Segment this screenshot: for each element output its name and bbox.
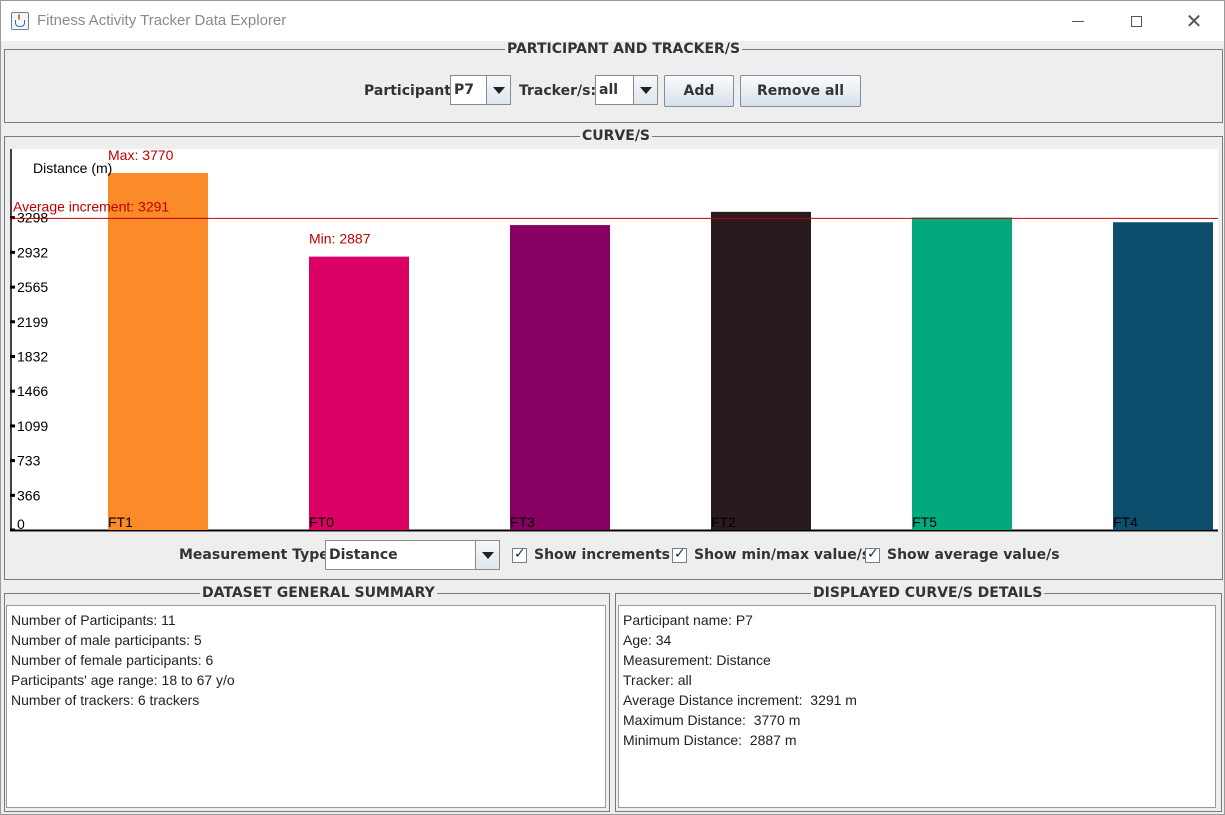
y-tick-label: 2932 xyxy=(17,244,48,260)
bar-ft3 xyxy=(510,225,610,531)
show-average-checkbox[interactable]: Show average value/s xyxy=(865,546,1060,563)
checkbox-checked-icon[interactable] xyxy=(512,546,527,563)
details-panel-title: DISPLAYED CURVE/S DETAILS xyxy=(811,585,1045,601)
y-tick-label: 2565 xyxy=(17,279,48,295)
bar-ft0 xyxy=(309,256,409,530)
min-label: Min: 2887 xyxy=(309,231,371,247)
details-textarea[interactable]: Participant name: P7 Age: 34 Measurement: … xyxy=(618,605,1216,808)
summary-line: Number of female participants: 6 xyxy=(11,652,214,668)
bar-chart-svg: FT1 FT0 FT3 FT2 FT5 FT4 0 366 733 1099 1466 1832 219… xyxy=(10,149,1218,532)
x-tick-label: FT1 xyxy=(108,514,133,530)
x-tick-label: FT2 xyxy=(711,514,736,530)
summary-line: Number of trackers: 6 trackers xyxy=(11,692,200,708)
summary-textarea[interactable]: Number of Participants: 11 Number of male… xyxy=(6,605,606,808)
remove-all-button[interactable]: Remove all xyxy=(740,75,861,107)
tracker-label: Tracker/s: xyxy=(519,83,597,99)
close-icon: ✕ xyxy=(1185,9,1203,33)
y-tick-label: 0 xyxy=(17,516,25,532)
maximize-icon xyxy=(1130,15,1142,27)
measurement-type-combobox[interactable]: Distance xyxy=(325,540,500,570)
summary-panel-title: DATASET GENERAL SUMMARY xyxy=(200,585,437,601)
details-line: Minimum Distance: 2887 m xyxy=(623,732,797,748)
participant-panel-title: PARTICIPANT AND TRACKER/S xyxy=(505,41,743,57)
y-axis-label: Distance (m) xyxy=(33,160,112,176)
show-minmax-label: Show min/max value/s xyxy=(694,547,871,563)
add-button[interactable]: Add xyxy=(664,75,734,107)
y-tick-label: 2199 xyxy=(17,314,48,330)
title-bar: Fitness Activity Tracker Data Explorer ✕ xyxy=(1,1,1224,41)
show-increments-checkbox[interactable]: Show increments xyxy=(512,546,671,563)
y-tick-label: 1832 xyxy=(17,349,48,365)
window-title: Fitness Activity Tracker Data Explorer xyxy=(37,12,287,29)
java-app-icon xyxy=(11,12,29,30)
show-average-label: Show average value/s xyxy=(887,547,1060,563)
details-line: Measurement: Distance xyxy=(623,652,771,668)
x-tick-label: FT5 xyxy=(912,514,937,530)
details-line: Average Distance increment: 3291 m xyxy=(623,692,857,708)
summary-line: Participants' age range: 18 to 67 y/o xyxy=(11,672,235,688)
bar-ft4 xyxy=(1113,222,1213,530)
measurement-type-value: Distance xyxy=(329,547,398,563)
bar-ft2 xyxy=(711,211,811,530)
bar-chart: FT1 FT0 FT3 FT2 FT5 FT4 0 366 733 1099 1466 1832 219… xyxy=(10,149,1218,532)
minimize-button[interactable] xyxy=(1049,1,1107,41)
summary-line: Number of male participants: 5 xyxy=(11,632,202,648)
maximize-button[interactable] xyxy=(1107,1,1165,41)
app-window: Fitness Activity Tracker Data Explorer ✕… xyxy=(0,0,1225,815)
x-tick-label: FT3 xyxy=(510,514,535,530)
x-tick-label: FT0 xyxy=(309,514,334,530)
close-button[interactable]: ✕ xyxy=(1165,1,1223,41)
show-minmax-checkbox[interactable]: Show min/max value/s xyxy=(672,546,871,563)
details-line: Tracker: all xyxy=(623,672,692,688)
minimize-icon xyxy=(1072,20,1084,22)
participant-combobox[interactable]: P7 xyxy=(450,75,511,105)
y-tick-label: 366 xyxy=(17,487,41,503)
y-tick-label: 1099 xyxy=(17,418,48,434)
chevron-down-icon[interactable] xyxy=(633,76,657,104)
average-label: Average increment: 3291 xyxy=(13,198,169,214)
participant-combobox-value: P7 xyxy=(454,82,475,98)
checkbox-checked-icon[interactable] xyxy=(865,546,880,563)
y-tick-label: 733 xyxy=(17,453,41,469)
checkbox-checked-icon[interactable] xyxy=(672,546,687,563)
curves-panel-title: CURVE/S xyxy=(580,128,653,144)
show-increments-label: Show increments xyxy=(534,547,671,563)
tracker-combobox-value: all xyxy=(599,82,619,98)
summary-line: Number of Participants: 11 xyxy=(11,612,176,628)
chevron-down-icon[interactable] xyxy=(475,541,499,569)
measurement-type-label: Measurement Type: xyxy=(179,547,335,563)
bar-ft1 xyxy=(108,173,208,530)
x-tick-label: FT4 xyxy=(1113,514,1138,530)
details-line: Maximum Distance: 3770 m xyxy=(623,712,801,728)
max-label: Max: 3770 xyxy=(108,149,174,163)
details-line: Age: 34 xyxy=(623,632,672,648)
bar-ft5 xyxy=(912,217,1012,530)
tracker-combobox[interactable]: all xyxy=(595,75,658,105)
details-line: Participant name: P7 xyxy=(623,612,753,628)
chevron-down-icon[interactable] xyxy=(486,76,510,104)
y-tick-label: 1466 xyxy=(17,383,48,399)
participant-label: Participant: xyxy=(364,83,457,99)
